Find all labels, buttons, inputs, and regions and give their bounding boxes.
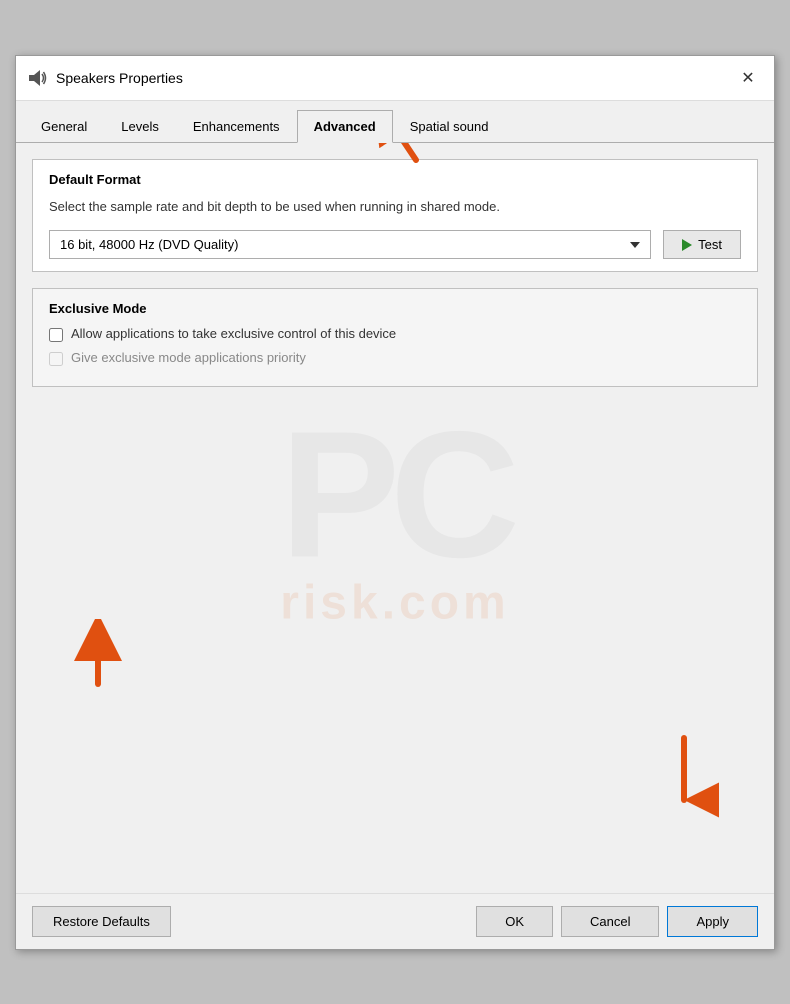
cancel-button[interactable]: Cancel bbox=[561, 906, 659, 937]
arrow-to-apply-svg bbox=[649, 728, 719, 818]
tab-enhancements[interactable]: Enhancements bbox=[176, 110, 297, 143]
content-area: PC risk.com Default Format Select the sa… bbox=[16, 143, 774, 893]
title-bar-left: Speakers Properties bbox=[28, 68, 183, 88]
exclusive-priority-row: Give exclusive mode applications priorit… bbox=[49, 350, 741, 366]
tab-advanced[interactable]: Advanced bbox=[297, 110, 393, 143]
watermark: PC risk.com bbox=[280, 405, 510, 630]
close-button[interactable]: ✕ bbox=[734, 64, 762, 92]
exclusive-control-label[interactable]: Allow applications to take exclusive con… bbox=[71, 326, 396, 341]
default-format-section: Default Format Select the sample rate an… bbox=[32, 159, 758, 273]
arrow-to-apply-annotation bbox=[649, 728, 719, 823]
restore-defaults-button[interactable]: Restore Defaults bbox=[32, 906, 171, 937]
exclusive-mode-section: Exclusive Mode Allow applications to tak… bbox=[32, 288, 758, 387]
bottom-bar: Restore Defaults OK Cancel Apply bbox=[16, 893, 774, 949]
speaker-icon bbox=[28, 68, 48, 88]
ok-button[interactable]: OK bbox=[476, 906, 553, 937]
arrow-to-checkbox-svg bbox=[63, 619, 133, 699]
arrow-to-checkbox-annotation bbox=[63, 619, 133, 704]
format-select[interactable]: 16 bit, 48000 Hz (DVD Quality) 16 bit, 4… bbox=[49, 230, 651, 259]
dialog-buttons: OK Cancel Apply bbox=[476, 906, 758, 937]
default-format-label: Default Format bbox=[49, 172, 741, 187]
apply-button[interactable]: Apply bbox=[667, 906, 758, 937]
exclusive-control-checkbox[interactable] bbox=[49, 328, 63, 342]
default-format-description: Select the sample rate and bit depth to … bbox=[49, 197, 741, 217]
exclusive-priority-label: Give exclusive mode applications priorit… bbox=[71, 350, 306, 365]
test-button[interactable]: Test bbox=[663, 230, 741, 259]
format-row: 16 bit, 48000 Hz (DVD Quality) 16 bit, 4… bbox=[49, 230, 741, 259]
window-title: Speakers Properties bbox=[56, 70, 183, 86]
exclusive-mode-label: Exclusive Mode bbox=[49, 301, 741, 316]
play-icon bbox=[682, 239, 692, 251]
tab-general[interactable]: General bbox=[24, 110, 104, 143]
tab-levels[interactable]: Levels bbox=[104, 110, 176, 143]
exclusive-control-row: Allow applications to take exclusive con… bbox=[49, 326, 741, 342]
exclusive-priority-checkbox[interactable] bbox=[49, 352, 63, 366]
speakers-properties-window: Speakers Properties ✕ General Levels Enh… bbox=[15, 55, 775, 950]
title-bar: Speakers Properties ✕ bbox=[16, 56, 774, 101]
tab-spatial-sound[interactable]: Spatial sound bbox=[393, 110, 506, 143]
tabs-bar: General Levels Enhancements Advanced Spa… bbox=[16, 101, 774, 143]
